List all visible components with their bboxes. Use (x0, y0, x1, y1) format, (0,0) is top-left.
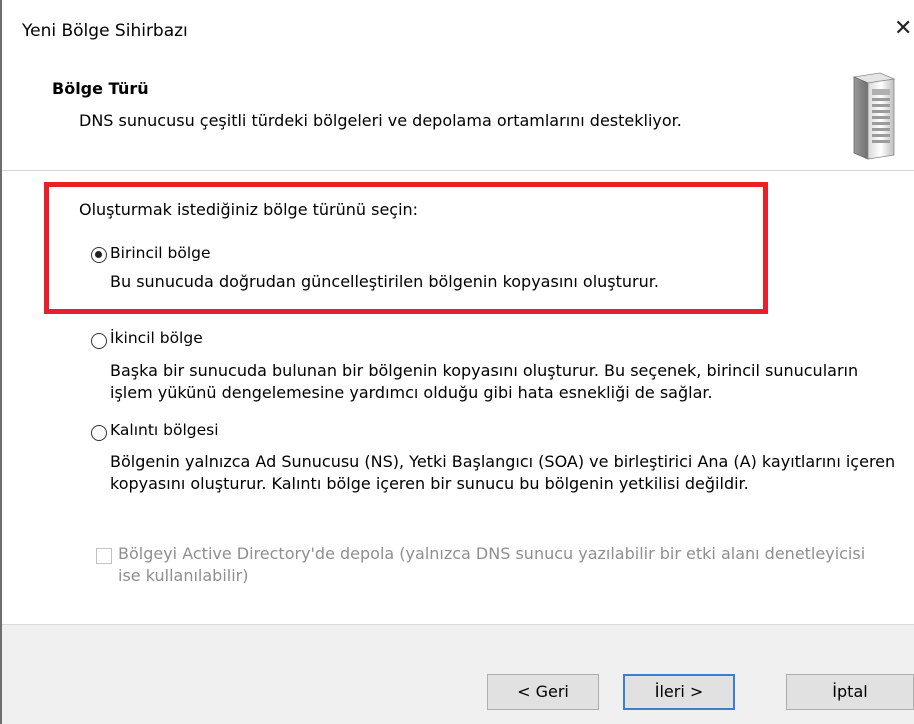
close-icon[interactable]: ✕ (894, 16, 912, 41)
secondary-zone-label[interactable]: İkincil bölge (110, 329, 203, 347)
back-button[interactable]: < Geri (487, 674, 599, 710)
page-title: Bölge Türü (52, 79, 149, 98)
next-button[interactable]: İleri > (623, 674, 735, 710)
zone-type-prompt: Oluşturmak istediğiniz bölge türünü seçi… (79, 200, 419, 219)
wizard-footer (2, 624, 914, 724)
store-in-ad-label: Bölgeyi Active Directory'de depola (yaln… (118, 544, 866, 585)
store-in-ad-checkbox (96, 548, 112, 564)
server-icon (852, 72, 896, 160)
window-title: Yeni Bölge Sihirbazı (22, 21, 188, 41)
primary-zone-label[interactable]: Birincil bölge (110, 244, 211, 262)
new-zone-wizard-window: Yeni Bölge Sihirbazı ✕ Bölge Türü DNS su… (0, 0, 914, 724)
secondary-zone-radio[interactable] (91, 333, 107, 349)
stub-zone-radio[interactable] (91, 425, 107, 441)
stub-zone-description: Bölgenin yalnızca Ad Sunucusu (NS), Yetk… (110, 452, 896, 493)
page-description: DNS sunucusu çeşitli türdeki bölgeleri v… (79, 111, 682, 130)
secondary-zone-description: Başka bir sunucuda bulunan bir bölgenin … (110, 361, 859, 402)
primary-zone-radio[interactable] (91, 247, 107, 263)
stub-zone-label[interactable]: Kalıntı bölgesi (110, 421, 219, 439)
primary-zone-description: Bu sunucuda doğrudan güncelleştirilen bö… (110, 272, 659, 291)
cancel-button[interactable]: İptal (786, 674, 914, 710)
